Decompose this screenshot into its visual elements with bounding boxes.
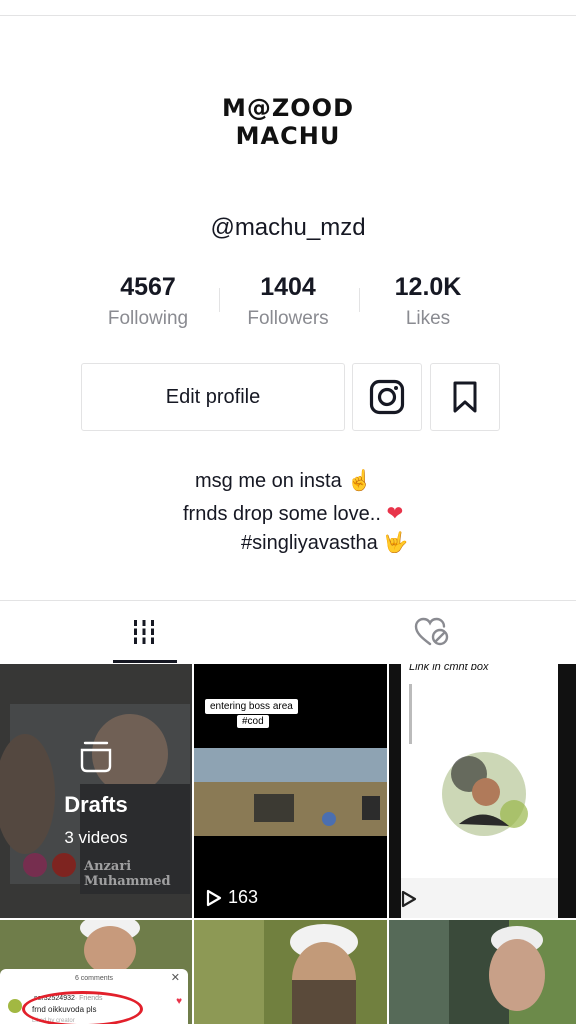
drafts-title: Drafts [64, 792, 128, 817]
video-thumbnail [389, 664, 576, 918]
likes-label: Likes [405, 308, 451, 329]
stat-following[interactable]: 4567 Following [78, 270, 218, 340]
edit-profile-button[interactable]: Edit profile [81, 363, 345, 431]
liked-hidden-icon [414, 617, 449, 646]
stat-divider [359, 288, 360, 312]
rock-hand-emoji-icon: 🤟 [383, 532, 409, 554]
profile-stats: 4567 Following 1404 Followers 12.0K Like… [78, 270, 498, 340]
followers-count: 1404 [260, 273, 316, 301]
instagram-button[interactable] [352, 363, 422, 431]
grid-icon [134, 620, 154, 644]
profile-username: @machu_mzd [210, 214, 366, 241]
tab-videos[interactable] [0, 601, 288, 663]
video-thumbnail [194, 920, 387, 1024]
video-caption: Link in cmnt box [409, 664, 489, 673]
video-tile[interactable]: 6 comments ✕ ser32524932· Friends frnd o… [0, 920, 192, 1024]
pointing-up-emoji-icon: ☝ [347, 470, 373, 492]
video-caption: entering boss area [205, 699, 298, 714]
likes-count: 12.0K [394, 273, 462, 301]
logo-line-2: MACHU [235, 122, 341, 150]
close-icon: ✕ [170, 972, 180, 984]
profile-avatar-logo[interactable]: M@ZOOD MACHU [0, 94, 576, 150]
view-count: 163 [228, 887, 259, 907]
drafts-icon [80, 741, 112, 773]
video-tile[interactable]: entering boss area #cod 163 [194, 664, 387, 918]
stat-likes[interactable]: 12.0K Likes [358, 270, 498, 340]
tab-liked[interactable] [288, 601, 576, 663]
video-caption-tag: #cod [237, 715, 269, 728]
following-count: 4567 [120, 273, 176, 301]
profile-tabs [0, 600, 576, 663]
video-views: 163 [206, 887, 258, 908]
play-icon [206, 889, 222, 906]
bio-line-3: #singliyavastha [241, 532, 378, 554]
stat-divider [219, 288, 220, 312]
drafts-watermark: Anzari Muhammed [84, 859, 171, 889]
logo-line-1: M@ZOOD [221, 94, 354, 122]
highlight-circle [22, 991, 143, 1024]
video-tile[interactable] [389, 920, 576, 1024]
bookmark-icon [453, 381, 477, 413]
stat-followers[interactable]: 1404 Followers [218, 270, 358, 340]
bio-line-2: frnds drop some love.. [183, 503, 381, 525]
favorites-button[interactable] [430, 363, 500, 431]
video-tile[interactable]: Link in cmnt box [389, 664, 576, 918]
instagram-icon [369, 379, 405, 415]
followers-label: Followers [247, 308, 329, 329]
top-divider [0, 15, 576, 16]
video-tile[interactable] [194, 920, 387, 1024]
comment-count: 6 comments [74, 975, 114, 982]
drafts-tile[interactable]: Drafts 3 videos Anzari Muhammed [0, 664, 192, 918]
avatar [8, 999, 22, 1013]
play-icon [401, 890, 417, 908]
active-tab-indicator [113, 660, 177, 663]
video-views [401, 890, 417, 908]
heart-emoji-icon: ❤ [386, 503, 404, 525]
drafts-icon-wrap [0, 740, 192, 779]
bio-line-1: msg me on insta [195, 470, 342, 492]
drafts-count: 3 videos [64, 828, 128, 847]
following-label: Following [107, 308, 189, 329]
heart-icon: ♥ [176, 996, 182, 1007]
video-grid: Drafts 3 videos Anzari Muhammed entering… [0, 664, 576, 1024]
video-thumbnail [389, 920, 576, 1024]
comment-overlay: 6 comments ✕ ser32524932· Friends frnd o… [0, 969, 188, 1024]
